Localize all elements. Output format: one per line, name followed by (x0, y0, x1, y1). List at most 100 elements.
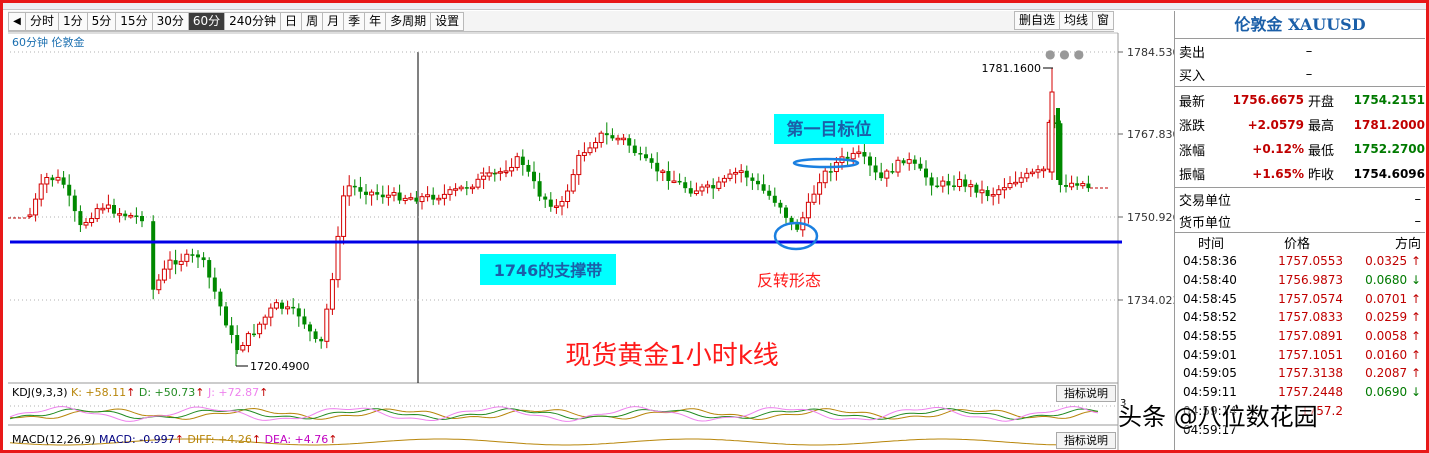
tick-price: 1757.0891 (1278, 329, 1343, 344)
candle-body-up (705, 184, 711, 188)
candle-body-up (329, 279, 335, 310)
candle-body-up (257, 323, 263, 335)
candle-body-up (693, 190, 699, 195)
candle-body-down (302, 316, 307, 325)
stat-row: 涨幅 +0.12% 最低 1752.2700 (1175, 137, 1425, 162)
candle-body-up (598, 132, 604, 144)
candle-body-up (346, 185, 352, 197)
candle-body-up (733, 171, 739, 175)
candle-body-down (280, 302, 284, 309)
candle-body-down (61, 177, 66, 185)
candle-body-down (375, 192, 380, 195)
kdj-d: D: +50.73 (138, 386, 196, 399)
candle-body-down (464, 187, 469, 189)
stat-label: 最低 (1307, 143, 1334, 159)
candle-body-up (27, 214, 33, 217)
candle-body-up (100, 207, 106, 211)
candle-body-up (1029, 171, 1035, 175)
target-callout-label: 第一目标位 (787, 119, 872, 140)
tick-header-direction: 方向 (1394, 237, 1421, 252)
candle-body-down (772, 195, 777, 203)
candle-body-down (952, 185, 956, 187)
stat-value: 1754.6096 (1353, 166, 1425, 181)
watermark: 头条 @八位数花园 (1118, 403, 1318, 431)
candle-body-up (811, 193, 817, 203)
candle-body-down (112, 204, 116, 214)
macd-value: MACD: -0.997 (99, 433, 175, 446)
candle-body-up (514, 156, 520, 168)
currency-unit-label: 货币单位 (1179, 215, 1232, 231)
candle-body-down (543, 196, 548, 200)
candle-body-up (89, 218, 95, 223)
candle-body-down (212, 277, 217, 292)
macd-explain-button[interactable]: 指标说明 (1056, 432, 1116, 449)
candle-body-down (604, 133, 609, 136)
candle-body-up (559, 200, 565, 207)
candle-body-down (190, 254, 195, 256)
candle-body-up (481, 175, 487, 180)
tick-row: 04:58:55 1757.0891 0.0058 ↑ (1175, 327, 1425, 346)
tick-direction: 0.0325 ↑ (1365, 254, 1421, 269)
kdj-k: K: +58.11 (71, 386, 127, 399)
candle-body-up (167, 259, 173, 270)
tick-row: 04:59:05 1757.3138 0.2087 ↑ (1175, 364, 1425, 383)
candle-body-up (699, 186, 705, 192)
candle-body-down (677, 180, 682, 183)
price-axis-label: 1750.926 (1127, 211, 1174, 224)
candle-body-up (1001, 187, 1007, 191)
tick-time: 04:58:45 (1183, 291, 1237, 306)
kdj-name: KDJ(9,3,3) (12, 386, 68, 399)
candle-body-up (184, 253, 190, 262)
candle-body-up (503, 170, 509, 173)
candle-body-down (173, 260, 178, 265)
candle-body-up (727, 173, 733, 179)
kdj-explain-button[interactable]: 指标说明 (1056, 385, 1116, 402)
candle-body-up (391, 192, 397, 196)
candle-body-down (414, 197, 419, 202)
candle-body-up (738, 170, 744, 173)
candle-body-down (974, 184, 979, 193)
candle-body-up (570, 174, 576, 192)
candle-body-down (532, 171, 536, 182)
candle-body-up (856, 151, 862, 155)
candle-body-up (55, 176, 61, 181)
candle-body-up (805, 201, 811, 219)
candle-body-up (38, 183, 44, 200)
stat-label: 开盘 (1307, 94, 1334, 110)
candle-body-up (156, 279, 162, 291)
candle-body-down (50, 177, 55, 181)
stat-label: 涨跌 (1179, 119, 1206, 135)
candle-body-up (117, 213, 123, 216)
candle-body-down (655, 162, 660, 172)
candle-body-up (671, 180, 677, 183)
candle-body-down (985, 190, 990, 197)
candle-body-up (1007, 182, 1013, 189)
tick-price: 1757.0553 (1278, 254, 1343, 269)
candle-body-up (105, 204, 111, 209)
trade-unit-label: 交易单位 (1179, 193, 1232, 209)
stats-block: 最新 1756.6675 开盘 1754.2151 涨跌 +2.0579 最高 … (1175, 87, 1425, 188)
candle-body-up (979, 189, 985, 194)
chart-title-annotation: 现货黄金1小时k线 (565, 341, 779, 371)
candle-body-down (548, 199, 553, 207)
candle-body-up (273, 302, 279, 309)
candle-body-down (296, 308, 301, 317)
candle-body-down (308, 324, 312, 332)
candle-body-down (873, 165, 878, 173)
tick-price: 1757.0574 (1278, 291, 1343, 306)
buy-label: 买入 (1179, 69, 1206, 84)
candle-body-down (744, 170, 749, 178)
tick-direction: 0.0701 ↑ (1365, 291, 1421, 306)
candle-body-up (906, 159, 912, 164)
candle-body-down (252, 333, 256, 336)
candle-body-up (453, 188, 459, 191)
candle-body-down (627, 138, 632, 146)
candle-body-down (207, 260, 212, 278)
tick-direction: 0.0160 ↑ (1365, 347, 1421, 362)
tick-time: 04:59:05 (1183, 366, 1237, 381)
candle-body-down (666, 171, 671, 181)
candle-body-up (369, 191, 375, 196)
candle-body-down (879, 172, 884, 179)
candle-body-up (441, 193, 447, 199)
candle-body-up (240, 344, 246, 351)
